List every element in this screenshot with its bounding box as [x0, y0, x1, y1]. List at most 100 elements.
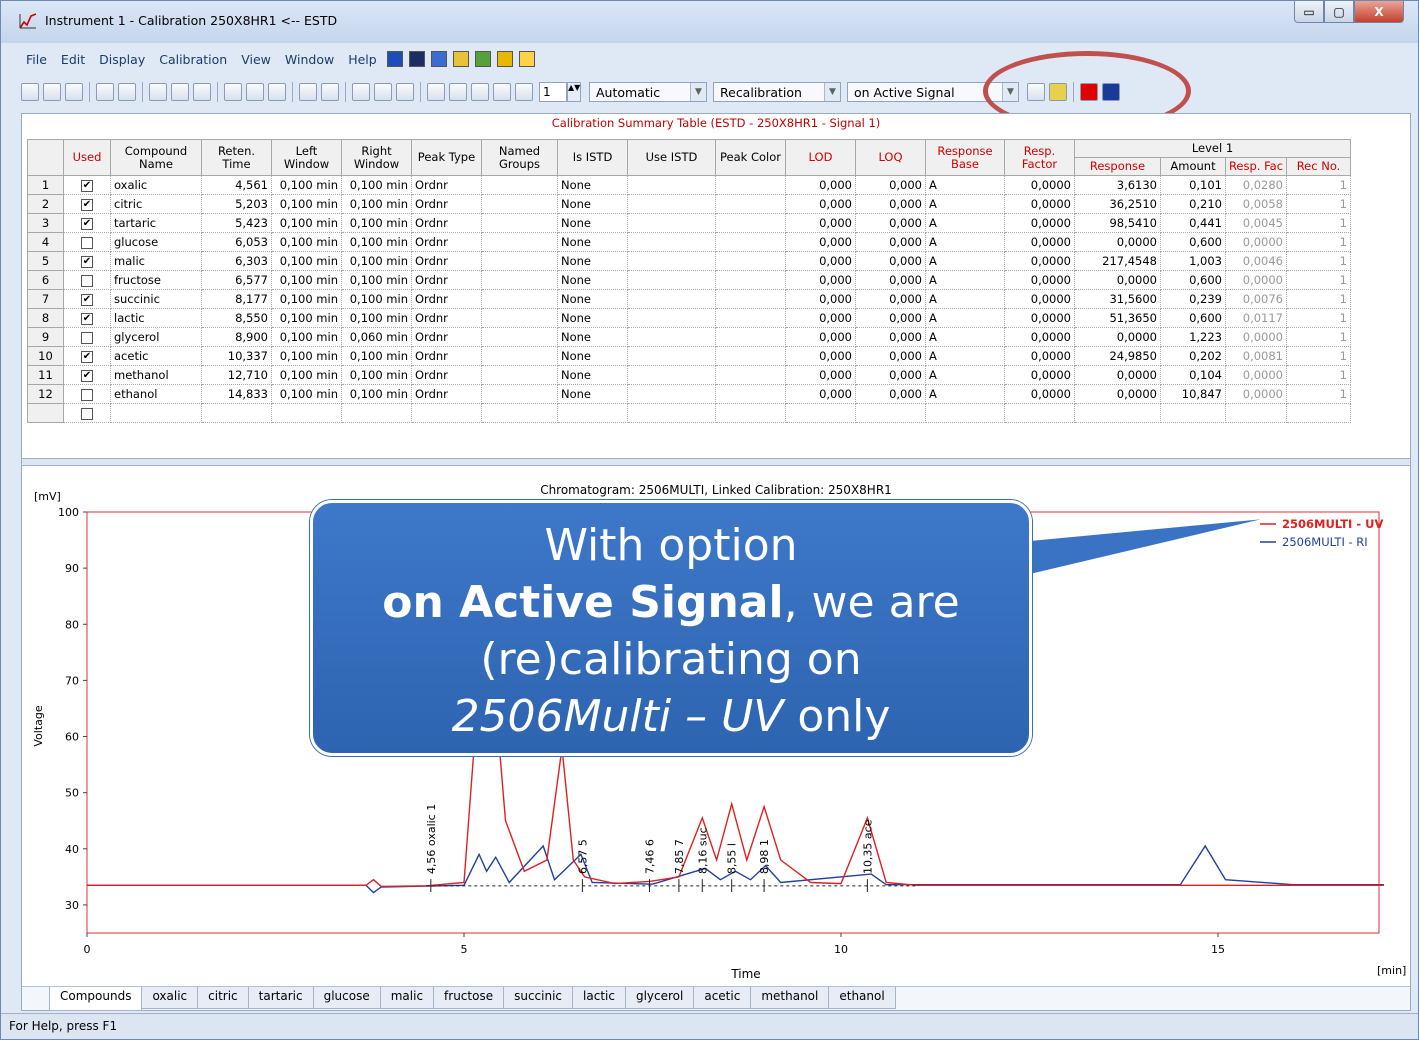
- col-used[interactable]: Used: [63, 139, 111, 176]
- menu-file[interactable]: File: [19, 52, 54, 67]
- used-checkbox-cell[interactable]: [63, 403, 111, 423]
- row-number[interactable]: 8: [27, 308, 64, 328]
- cell-loq[interactable]: 0,000: [855, 213, 926, 233]
- cell-rfactor[interactable]: 0,0000: [1004, 175, 1075, 195]
- cell-color[interactable]: [715, 175, 786, 195]
- cell-name[interactable]: lactic: [110, 308, 202, 328]
- menu-window[interactable]: Window: [278, 52, 341, 67]
- tab-oxalic[interactable]: oxalic: [141, 987, 199, 1009]
- cell-left[interactable]: 0,100 min: [271, 327, 342, 347]
- menu-display[interactable]: Display: [92, 52, 152, 67]
- cell-name[interactable]: ethanol: [110, 384, 202, 404]
- cell-amount[interactable]: 0,210: [1160, 194, 1226, 214]
- cell-amount[interactable]: 0,104: [1160, 365, 1226, 385]
- cell-istd[interactable]: None: [557, 213, 628, 233]
- used-checkbox-cell[interactable]: ✔: [63, 365, 111, 385]
- used-checkbox[interactable]: ✔: [81, 312, 93, 325]
- cell-amount[interactable]: 1,003: [1160, 251, 1226, 271]
- cell-response[interactable]: 0,0000: [1074, 327, 1161, 347]
- cell-response[interactable]: 217,4548: [1074, 251, 1161, 271]
- link-icon[interactable]: [518, 51, 535, 67]
- cell-recno[interactable]: 1: [1286, 232, 1351, 252]
- cell-left[interactable]: 0,100 min: [271, 194, 342, 214]
- cell-ret[interactable]: 4,561: [201, 175, 272, 195]
- cell-left[interactable]: 0,100 min: [271, 346, 342, 366]
- cell-named[interactable]: [481, 346, 558, 366]
- level-spinner[interactable]: 1: [539, 82, 567, 102]
- cell-named[interactable]: [481, 327, 558, 347]
- col-peak-color[interactable]: Peak Color: [715, 139, 786, 176]
- cell-ret[interactable]: 8,550: [201, 308, 272, 328]
- cell-rbase[interactable]: A: [925, 251, 1005, 271]
- cell-right[interactable]: 0,100 min: [341, 175, 412, 195]
- cell-loq[interactable]: 0,000: [855, 365, 926, 385]
- cell-lod[interactable]: 0,000: [785, 270, 856, 290]
- cell-rfactor[interactable]: 0,0000: [1004, 270, 1075, 290]
- cell-named[interactable]: [481, 175, 558, 195]
- cell-recno[interactable]: 1: [1286, 213, 1351, 233]
- cell-ret[interactable]: 6,303: [201, 251, 272, 271]
- cell-lod[interactable]: 0,000: [785, 232, 856, 252]
- cell-recno[interactable]: 1: [1286, 194, 1351, 214]
- blue-signal-icon[interactable]: [1102, 83, 1120, 101]
- tab-fructose[interactable]: fructose: [433, 987, 505, 1009]
- zoom-fit-icon[interactable]: [396, 83, 414, 101]
- cell-left[interactable]: 0,100 min: [271, 251, 342, 271]
- open-chromatogram-icon[interactable]: [96, 83, 114, 101]
- table-row[interactable]: 10 ✔ acetic 10,337 0,100 min 0,100 min Ordnr No…: [27, 346, 1351, 366]
- cell-right[interactable]: 0,100 min: [341, 270, 412, 290]
- cell-istd[interactable]: None: [557, 175, 628, 195]
- cell-response[interactable]: 36,2510: [1074, 194, 1161, 214]
- cell-amount[interactable]: 10,847: [1160, 384, 1226, 404]
- col-retention-time[interactable]: Reten. Time: [201, 139, 272, 176]
- cell-lod[interactable]: 0,000: [785, 327, 856, 347]
- chevron-down-icon[interactable]: ▼: [1002, 83, 1018, 101]
- cell-right[interactable]: 0,100 min: [341, 289, 412, 309]
- undo-icon[interactable]: [299, 83, 317, 101]
- row-number[interactable]: 5: [27, 251, 64, 271]
- cell-name[interactable]: citric: [110, 194, 202, 214]
- cell-useistd[interactable]: [627, 251, 716, 271]
- cell-ret[interactable]: 6,053: [201, 232, 272, 252]
- cell-amount[interactable]: 0,441: [1160, 213, 1226, 233]
- row-number[interactable]: 2: [27, 194, 64, 214]
- row-number[interactable]: 1: [27, 175, 64, 195]
- cell-istd[interactable]: None: [557, 251, 628, 271]
- cell-color[interactable]: [715, 365, 786, 385]
- cell-rbase[interactable]: A: [925, 327, 1005, 347]
- row-number[interactable]: [27, 403, 64, 423]
- cell-ptype[interactable]: Ordnr: [411, 251, 482, 271]
- col-response-base[interactable]: Response Base: [925, 139, 1005, 176]
- cell-name[interactable]: acetic: [110, 346, 202, 366]
- peak-insert-icon[interactable]: [449, 83, 467, 101]
- used-checkbox[interactable]: ✔: [81, 350, 93, 363]
- used-checkbox-cell[interactable]: ✔: [63, 308, 111, 328]
- cell-lod[interactable]: 0,000: [785, 384, 856, 404]
- cell-respfac[interactable]: 0,0117: [1225, 308, 1287, 328]
- cell-ptype[interactable]: Ordnr: [411, 384, 482, 404]
- table-row[interactable]: 7 ✔ succinic 8,177 0,100 min 0,100 min Ordnr No…: [27, 289, 1351, 309]
- cell-response[interactable]: 24,9850: [1074, 346, 1161, 366]
- cell-loq[interactable]: 0,000: [855, 308, 926, 328]
- report-icon[interactable]: [408, 51, 425, 67]
- red-signal-icon[interactable]: [1080, 83, 1098, 101]
- cell-loq[interactable]: 0,000: [855, 194, 926, 214]
- chevron-down-icon[interactable]: ▼: [690, 83, 706, 101]
- cell-loq[interactable]: 0,000: [855, 346, 926, 366]
- cut-icon[interactable]: [224, 83, 242, 101]
- cell-right[interactable]: 0,100 min: [341, 232, 412, 252]
- cell-loq[interactable]: 0,000: [855, 175, 926, 195]
- cell-loq[interactable]: 0,000: [855, 232, 926, 252]
- cell-rbase[interactable]: A: [925, 270, 1005, 290]
- cell-ptype[interactable]: Ordnr: [411, 232, 482, 252]
- cell-istd[interactable]: None: [557, 308, 628, 328]
- delete-icon[interactable]: [118, 83, 136, 101]
- cell-lod[interactable]: 0,000: [785, 308, 856, 328]
- pane-splitter[interactable]: [22, 458, 1410, 466]
- row-number[interactable]: 7: [27, 289, 64, 309]
- cell-ret[interactable]: 5,423: [201, 213, 272, 233]
- col-response[interactable]: Response: [1074, 157, 1161, 176]
- used-checkbox-cell[interactable]: ✔: [63, 346, 111, 366]
- cell-respfac[interactable]: 0,0045: [1225, 213, 1287, 233]
- cell-right[interactable]: 0,100 min: [341, 365, 412, 385]
